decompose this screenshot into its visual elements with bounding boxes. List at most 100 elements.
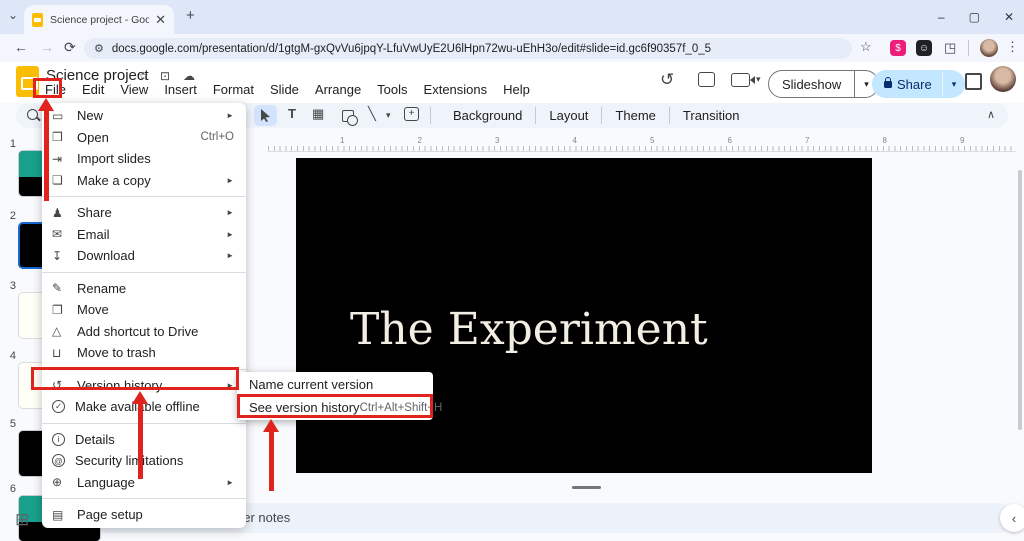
menubar-item-extensions[interactable]: Extensions bbox=[416, 81, 496, 98]
tab-search-chevron-icon[interactable]: ⌄ bbox=[8, 8, 18, 22]
ruler-number: 8 bbox=[883, 136, 887, 145]
bookmark-star-icon[interactable]: ☆ bbox=[860, 39, 872, 55]
window-minimize-button[interactable]: – bbox=[938, 10, 945, 24]
lock-icon bbox=[884, 81, 892, 88]
menubar-item-arrange[interactable]: Arrange bbox=[307, 81, 369, 98]
image-tool-icon[interactable]: ▦ bbox=[312, 106, 324, 122]
slide-title-text[interactable]: The Experiment bbox=[350, 304, 708, 355]
select-tool-button[interactable] bbox=[254, 105, 277, 126]
menubar-item-tools[interactable]: Tools bbox=[369, 81, 415, 98]
menu-scrollbar[interactable] bbox=[1018, 170, 1022, 430]
file-menu-item-security-limitations[interactable]: @Security limitations bbox=[42, 450, 246, 472]
menubar-item-edit[interactable]: Edit bbox=[74, 81, 112, 98]
menu-item-shortcut: Ctrl+O bbox=[200, 131, 234, 143]
slide-number-1: 1 bbox=[4, 138, 16, 150]
move-folder-icon: ❐ bbox=[52, 303, 77, 317]
grid-view-icon[interactable]: ⊞ bbox=[15, 510, 29, 530]
details-info-icon: i bbox=[52, 433, 65, 446]
file-menu-item-print-preview[interactable]: ❑Print preview bbox=[42, 526, 246, 529]
forward-icon[interactable]: → bbox=[40, 39, 54, 55]
make-copy-icon: ❏ bbox=[52, 173, 77, 187]
toolbar-button-transition[interactable]: Transition bbox=[670, 108, 753, 123]
browser-profile-avatar[interactable] bbox=[980, 39, 998, 57]
menubar-item-help[interactable]: Help bbox=[495, 81, 538, 98]
annotation-box-see-version-history bbox=[237, 394, 433, 418]
insert-comment-icon[interactable]: + bbox=[404, 107, 419, 121]
toolbar-button-theme[interactable]: Theme bbox=[602, 108, 668, 123]
menubar-item-view[interactable]: View bbox=[112, 81, 156, 98]
line-tool-caret-icon[interactable]: ▾ bbox=[386, 110, 391, 121]
browser-tab[interactable]: Science project - Google Slides ✕ bbox=[24, 5, 174, 34]
ruler-number: 7 bbox=[805, 136, 809, 145]
browser-menu-kebab-icon[interactable]: ⋮ bbox=[1006, 39, 1019, 55]
collapse-toolbar-icon[interactable]: ∧ bbox=[987, 108, 995, 121]
annotation-arrow-version-history-tail bbox=[138, 403, 143, 479]
menubar-item-slide[interactable]: Slide bbox=[262, 81, 307, 98]
menu-item-label: Download bbox=[77, 248, 226, 263]
file-menu-item-download[interactable]: ↧Download► bbox=[42, 245, 246, 267]
file-menu-item-add-shortcut-to-drive[interactable]: △Add shortcut to Drive bbox=[42, 321, 246, 343]
share-button[interactable]: Share ▾ bbox=[872, 70, 965, 98]
ruler-ticks bbox=[268, 146, 1016, 151]
file-menu-item-rename[interactable]: ✎Rename bbox=[42, 278, 246, 300]
new-tab-button[interactable]: + bbox=[186, 7, 195, 24]
window-close-button[interactable]: ✕ bbox=[1004, 10, 1014, 24]
meet-camera-icon[interactable] bbox=[731, 73, 750, 87]
textbox-tool-icon[interactable]: T bbox=[288, 106, 296, 121]
email-icon: ✉ bbox=[52, 227, 77, 241]
file-menu-item-open[interactable]: ❒OpenCtrl+O bbox=[42, 127, 246, 149]
slide-number-3: 3 bbox=[4, 280, 16, 292]
account-avatar[interactable] bbox=[990, 66, 1016, 92]
file-menu-item-page-setup[interactable]: ▤Page setup bbox=[42, 504, 246, 526]
browser-tab-strip: ⌄ Science project - Google Slides ✕ + – … bbox=[0, 0, 1024, 34]
toolbar-button-background[interactable]: Background bbox=[440, 108, 535, 123]
menu-item-label: Add shortcut to Drive bbox=[77, 324, 234, 339]
search-icon[interactable] bbox=[27, 109, 38, 120]
extension-icon-dark[interactable]: ☺ bbox=[916, 40, 932, 56]
toolbar-button-layout[interactable]: Layout bbox=[536, 108, 601, 123]
file-menu-item-email[interactable]: ✉Email► bbox=[42, 224, 246, 246]
share-label: Share bbox=[892, 77, 942, 92]
meet-caret-icon[interactable]: ▾ bbox=[756, 74, 761, 85]
sidepanel-frame-icon[interactable] bbox=[965, 73, 982, 90]
ruler-number: 4 bbox=[573, 136, 577, 145]
file-menu-item-share[interactable]: ♟Share► bbox=[42, 202, 246, 224]
file-menu-item-import-slides[interactable]: ⇥Import slides bbox=[42, 148, 246, 170]
reload-icon[interactable]: ⟳ bbox=[64, 39, 76, 56]
submenu-item-name-current-version[interactable]: Name current version bbox=[237, 373, 433, 396]
slideshow-button[interactable]: Slideshow ▾ bbox=[768, 70, 879, 98]
extension-icon-pink[interactable]: $ bbox=[890, 40, 906, 56]
collapse-panel-button[interactable]: ‹ bbox=[1000, 504, 1024, 532]
menubar-item-insert[interactable]: Insert bbox=[156, 81, 205, 98]
slide-number-6: 6 bbox=[4, 483, 16, 495]
submenu-arrow-icon: ► bbox=[226, 251, 234, 260]
file-menu-item-move-to-trash[interactable]: ⊔Move to trash bbox=[42, 342, 246, 364]
menubar-item-format[interactable]: Format bbox=[205, 81, 262, 98]
line-tool-icon[interactable]: ╲ bbox=[368, 106, 376, 122]
shape-tool-icon[interactable] bbox=[342, 110, 354, 122]
back-icon[interactable]: ← bbox=[14, 39, 28, 55]
file-menu-item-make-a-copy[interactable]: ❏Make a copy► bbox=[42, 170, 246, 192]
security-icon: @ bbox=[52, 454, 65, 467]
url-text: docs.google.com/presentation/d/1gtgM-gxQ… bbox=[112, 43, 711, 55]
ruler-number: 1 bbox=[340, 136, 344, 145]
notes-resize-handle[interactable] bbox=[572, 486, 601, 489]
address-bar[interactable]: ⚙ docs.google.com/presentation/d/1gtgM-g… bbox=[84, 38, 852, 59]
version-history-header-icon[interactable]: ↺ bbox=[660, 70, 674, 90]
share-caret-icon[interactable]: ▾ bbox=[943, 79, 966, 90]
file-menu-item-details[interactable]: iDetails bbox=[42, 429, 246, 451]
tab-close-icon[interactable]: ✕ bbox=[155, 12, 166, 28]
file-menu-item-new[interactable]: ▭New► bbox=[42, 105, 246, 127]
comments-icon[interactable] bbox=[698, 72, 715, 87]
extensions-puzzle-icon[interactable]: ◳ bbox=[944, 40, 956, 56]
offline-check-icon: ✓ bbox=[52, 400, 65, 413]
window-maximize-button[interactable]: ▢ bbox=[969, 10, 980, 24]
menu-divider bbox=[42, 423, 246, 424]
slide-canvas[interactable]: The Experiment bbox=[296, 158, 872, 473]
file-menu-item-move[interactable]: ❐Move bbox=[42, 299, 246, 321]
site-settings-icon[interactable]: ⚙ bbox=[94, 42, 104, 55]
submenu-arrow-icon: ► bbox=[226, 478, 234, 487]
file-menu-item-language[interactable]: ⊕Language► bbox=[42, 472, 246, 494]
language-globe-icon: ⊕ bbox=[52, 475, 77, 489]
horizontal-ruler: 123456789 bbox=[268, 136, 1016, 152]
